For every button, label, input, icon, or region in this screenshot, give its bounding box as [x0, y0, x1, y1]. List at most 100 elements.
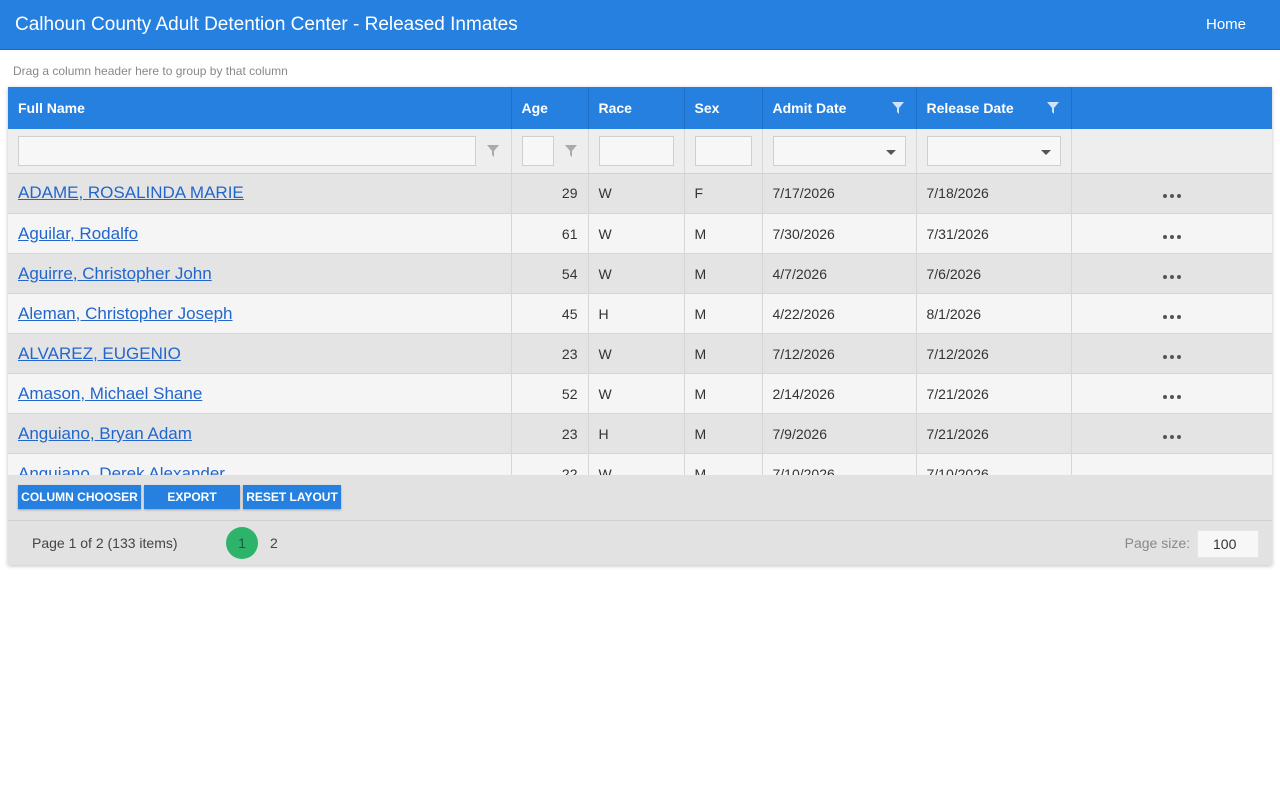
race-cell: W: [588, 453, 685, 475]
table-row: ADAME, ROSALINDA MARIE 29 W F 7/17/2026 …: [8, 173, 1272, 214]
table-row: Aleman, Christopher Joseph 45 H M 4/22/2…: [8, 293, 1272, 334]
admit-date-cell: 7/17/2026: [762, 173, 917, 214]
grid-body-scroll[interactable]: ADAME, ROSALINDA MARIE 29 W F 7/17/2026 …: [8, 173, 1272, 475]
inmate-name-link[interactable]: Aguilar, Rodalfo: [18, 224, 138, 243]
filter-icon[interactable]: [486, 145, 499, 157]
inmate-name-link[interactable]: Anguiano, Derek Alexander: [18, 464, 225, 475]
actions-filter-cell: [1071, 129, 1272, 174]
release-date-cell: 7/6/2026: [916, 253, 1072, 294]
race-cell: W: [588, 373, 685, 414]
release-date-filter-dropdown[interactable]: [926, 135, 1061, 166]
inmate-name-link[interactable]: ALVAREZ, EUGENIO: [18, 344, 181, 363]
race-cell: W: [588, 333, 685, 374]
release-date-cell: 8/1/2026: [916, 293, 1072, 334]
pager-info: Page 1 of 2 (133 items): [32, 534, 178, 551]
name-filter-input[interactable]: [18, 135, 476, 166]
sex-cell: M: [684, 333, 763, 374]
age-cell: 22: [511, 453, 589, 475]
sex-cell: M: [684, 373, 763, 414]
column-header-release-date[interactable]: Release Date: [916, 87, 1072, 129]
more-actions-icon[interactable]: [1162, 394, 1181, 399]
more-actions-icon[interactable]: [1162, 234, 1181, 239]
race-cell: W: [588, 173, 685, 214]
filter-row: [8, 129, 1272, 174]
sex-cell: M: [684, 253, 763, 294]
column-header-sex[interactable]: Sex: [684, 87, 763, 129]
filter-icon[interactable]: [1046, 102, 1059, 114]
grid-header-table: Full Name Age Race Sex Admit Date Releas…: [8, 87, 1272, 174]
race-cell: W: [588, 213, 685, 254]
more-actions-icon[interactable]: [1162, 354, 1181, 359]
age-cell: 23: [511, 413, 589, 454]
race-cell: H: [588, 413, 685, 454]
table-row: ALVAREZ, EUGENIO 23 W M 7/12/2026 7/12/2…: [8, 333, 1272, 374]
reset-layout-button[interactable]: RESET LAYOUT: [243, 485, 341, 509]
release-date-cell: 7/10/2026: [916, 453, 1072, 475]
chevron-down-icon: [885, 149, 896, 155]
page-button-1[interactable]: 1: [226, 526, 258, 559]
column-header-release-date-label: Release Date: [926, 100, 1014, 116]
more-actions-icon[interactable]: [1162, 274, 1181, 279]
age-cell: 45: [511, 293, 589, 334]
column-header-admit-date-label: Admit Date: [772, 100, 847, 116]
age-cell: 52: [511, 373, 589, 414]
admit-date-cell: 7/12/2026: [762, 333, 917, 374]
home-link[interactable]: Home: [1206, 16, 1246, 33]
admit-date-cell: 2/14/2026: [762, 373, 917, 414]
page-title: Calhoun County Adult Detention Center - …: [15, 13, 518, 35]
table-row: Amason, Michael Shane 52 W M 2/14/2026 7…: [8, 373, 1272, 414]
filter-icon[interactable]: [891, 102, 904, 114]
export-button[interactable]: EXPORT: [144, 485, 240, 509]
inmates-grid: Full Name Age Race Sex Admit Date Releas…: [8, 87, 1272, 565]
grid-body-table: ADAME, ROSALINDA MARIE 29 W F 7/17/2026 …: [8, 173, 1272, 475]
group-panel-hint[interactable]: Drag a column header here to group by th…: [0, 50, 1280, 86]
page-size-input[interactable]: 100: [1197, 529, 1259, 558]
race-cell: H: [588, 293, 685, 334]
inmate-name-link[interactable]: Aleman, Christopher Joseph: [18, 304, 233, 323]
age-cell: 54: [511, 253, 589, 294]
table-row: Aguirre, Christopher John 54 W M 4/7/202…: [8, 253, 1272, 294]
race-filter-input[interactable]: [598, 135, 674, 166]
more-actions-icon[interactable]: [1162, 194, 1181, 199]
top-bar: Calhoun County Adult Detention Center - …: [0, 0, 1280, 50]
admit-date-cell: 4/7/2026: [762, 253, 917, 294]
sex-filter-input[interactable]: [694, 135, 752, 166]
more-actions-icon[interactable]: [1162, 314, 1181, 319]
page-size-label: Page size:: [1124, 534, 1190, 551]
column-header-race[interactable]: Race: [588, 87, 685, 129]
race-cell: W: [588, 253, 685, 294]
sex-cell: M: [684, 293, 763, 334]
admit-date-cell: 7/10/2026: [762, 453, 917, 475]
column-header-full-name[interactable]: Full Name: [8, 87, 512, 129]
pager: Page 1 of 2 (133 items) 1 2 Page size: 1…: [8, 520, 1272, 565]
age-cell: 23: [511, 333, 589, 374]
chevron-down-icon: [1040, 149, 1051, 155]
inmate-name-link[interactable]: Amason, Michael Shane: [18, 384, 202, 403]
sex-cell: M: [684, 453, 763, 475]
table-row: Anguiano, Derek Alexander 22 W M 7/10/20…: [8, 453, 1272, 475]
admit-date-cell: 4/22/2026: [762, 293, 917, 334]
age-filter-input[interactable]: [521, 135, 554, 166]
admit-date-cell: 7/9/2026: [762, 413, 917, 454]
release-date-cell: 7/18/2026: [916, 173, 1072, 214]
column-header-admit-date[interactable]: Admit Date: [762, 87, 917, 129]
filter-icon[interactable]: [564, 145, 577, 157]
inmate-name-link[interactable]: Anguiano, Bryan Adam: [18, 424, 192, 443]
inmate-name-link[interactable]: Aguirre, Christopher John: [18, 264, 212, 283]
age-cell: 29: [511, 173, 589, 214]
release-date-cell: 7/12/2026: [916, 333, 1072, 374]
more-actions-icon[interactable]: [1162, 434, 1181, 439]
sex-cell: M: [684, 213, 763, 254]
admit-date-filter-dropdown[interactable]: [772, 135, 906, 166]
column-chooser-button[interactable]: COLUMN CHOOSER: [18, 485, 141, 509]
release-date-cell: 7/31/2026: [916, 213, 1072, 254]
grid-toolbar: COLUMN CHOOSER EXPORT RESET LAYOUT: [8, 474, 1272, 521]
inmate-name-link[interactable]: ADAME, ROSALINDA MARIE: [18, 183, 244, 202]
release-date-cell: 7/21/2026: [916, 413, 1072, 454]
page-button-2[interactable]: 2: [270, 535, 278, 551]
sex-cell: F: [684, 173, 763, 214]
column-header-actions: [1071, 87, 1272, 129]
column-header-age[interactable]: Age: [511, 87, 589, 129]
table-row: Anguiano, Bryan Adam 23 H M 7/9/2026 7/2…: [8, 413, 1272, 454]
sex-cell: M: [684, 413, 763, 454]
